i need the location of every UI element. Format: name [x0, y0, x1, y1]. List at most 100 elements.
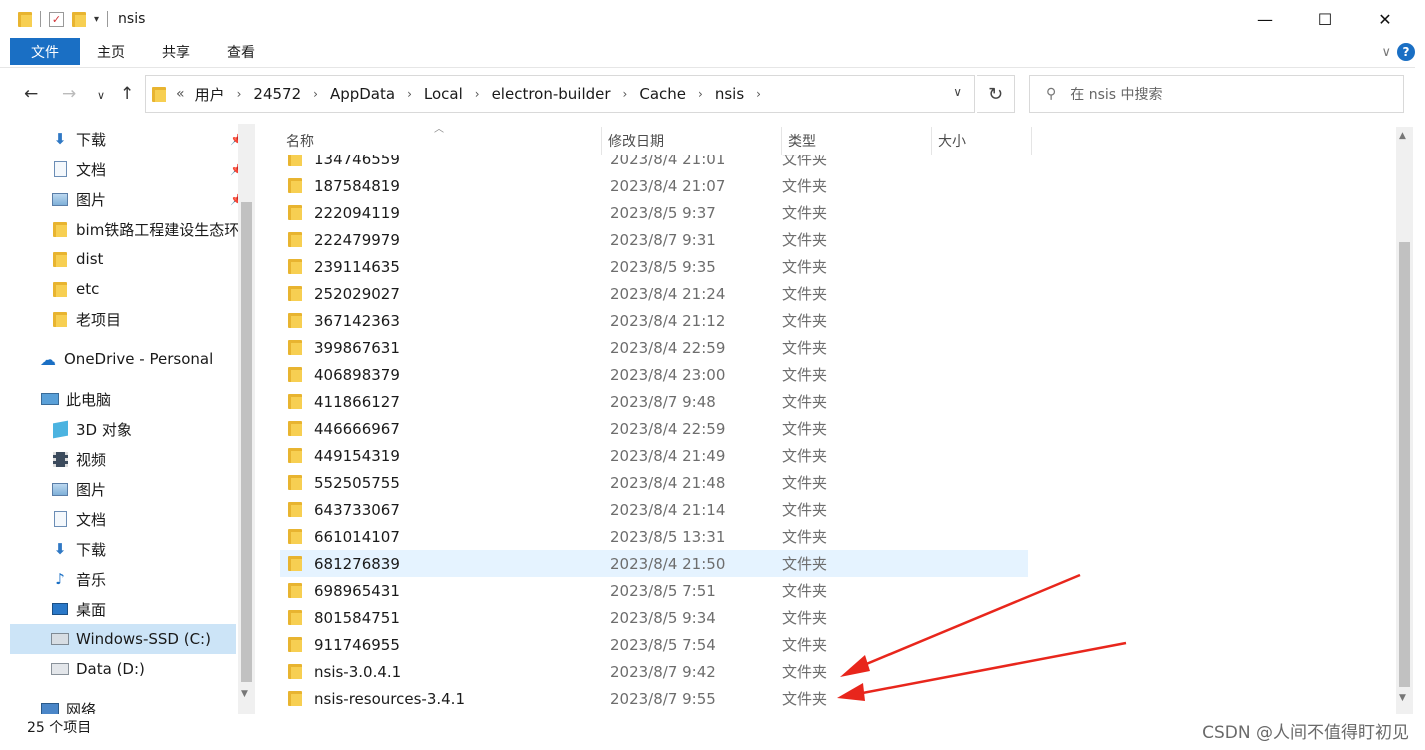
- toolbar-separator: [40, 11, 41, 27]
- scroll-down-arrow-icon[interactable]: ▼: [1399, 693, 1406, 703]
- minimize-button[interactable]: —: [1235, 0, 1295, 38]
- file-row[interactable]: 643733067 2023/8/4 21:14 文件夹: [280, 496, 1028, 523]
- file-row[interactable]: 367142363 2023/8/4 21:12 文件夹: [280, 307, 1028, 334]
- breadcrumb-chevron-icon[interactable]: ›: [237, 87, 242, 101]
- maximize-button[interactable]: ☐: [1295, 0, 1355, 38]
- navigation-pane-scrollbar[interactable]: ▼: [238, 124, 255, 714]
- breadcrumb-label[interactable]: electron-builder: [492, 85, 611, 103]
- customize-toolbar-dropdown-icon[interactable]: ▾: [94, 14, 99, 25]
- new-folder-icon[interactable]: [72, 11, 86, 27]
- file-row[interactable]: 661014107 2023/8/5 13:31 文件夹: [280, 523, 1028, 550]
- file-row[interactable]: 449154319 2023/8/4 21:49 文件夹: [280, 442, 1028, 469]
- sidebar-item[interactable]: 图片: [50, 474, 106, 504]
- up-arrow-icon[interactable]: ↑: [120, 84, 134, 104]
- file-name: 449154319: [314, 446, 400, 465]
- file-name: 367142363: [314, 311, 400, 330]
- file-type: 文件夹: [782, 312, 828, 330]
- file-row[interactable]: 801584751 2023/8/5 9:34 文件夹: [280, 604, 1028, 631]
- file-row[interactable]: 134746559 2023/8/4 21:01 文件夹: [280, 155, 1028, 172]
- breadcrumb-item: nsis ›: [715, 84, 773, 105]
- breadcrumb-label[interactable]: nsis: [715, 85, 744, 103]
- forward-arrow-icon[interactable]: →: [62, 84, 76, 104]
- breadcrumb-chevron-icon[interactable]: ›: [407, 87, 412, 101]
- back-arrow-icon[interactable]: ←: [24, 84, 38, 104]
- sidebar-item[interactable]: ☁ OneDrive - Personal: [38, 344, 213, 374]
- sidebar-item[interactable]: ♪ 音乐: [50, 564, 106, 594]
- file-row[interactable]: 187584819 2023/8/4 21:07 文件夹: [280, 172, 1028, 199]
- breadcrumb-label[interactable]: Cache: [639, 85, 686, 103]
- sidebar-item[interactable]: ⬇ 下载 📌: [50, 124, 244, 154]
- file-date: 2023/8/4 21:12: [610, 311, 726, 330]
- breadcrumb-chevron-icon[interactable]: ›: [698, 87, 703, 101]
- file-type: 文件夹: [782, 528, 828, 546]
- file-row[interactable]: 406898379 2023/8/4 23:00 文件夹: [280, 361, 1028, 388]
- breadcrumb-label[interactable]: 用户: [195, 84, 225, 105]
- search-box[interactable]: ⚲ 在 nsis 中搜索: [1029, 75, 1404, 113]
- scrollbar-thumb[interactable]: [1399, 242, 1410, 687]
- sidebar-item[interactable]: 3D 对象: [50, 414, 132, 444]
- tab-view[interactable]: 查看: [227, 42, 255, 62]
- file-row[interactable]: 552505755 2023/8/4 21:48 文件夹: [280, 469, 1028, 496]
- sidebar-item[interactable]: bim铁路工程建设生态环: [50, 214, 239, 244]
- file-row[interactable]: 911746955 2023/8/5 7:54 文件夹: [280, 631, 1028, 658]
- file-row[interactable]: nsis-3.0.4.1 2023/8/7 9:42 文件夹: [280, 658, 1028, 685]
- sidebar-item[interactable]: ⬇ 下载: [50, 534, 106, 564]
- address-dropdown-chevron-icon[interactable]: ∨: [953, 85, 962, 99]
- file-row[interactable]: 222479979 2023/8/7 9:31 文件夹: [280, 226, 1028, 253]
- scroll-up-arrow-icon[interactable]: ▲: [1399, 131, 1406, 141]
- tab-file[interactable]: 文件: [10, 38, 80, 65]
- sidebar-item[interactable]: Windows-SSD (C:): [10, 624, 236, 654]
- address-bar[interactable]: « 用户 › 24572 › AppData › Local › electron-builde…: [145, 75, 975, 113]
- tab-share[interactable]: 共享: [162, 42, 190, 62]
- search-input[interactable]: 在 nsis 中搜索: [1070, 84, 1162, 104]
- file-row[interactable]: 399867631 2023/8/4 22:59 文件夹: [280, 334, 1028, 361]
- file-row[interactable]: 239114635 2023/8/5 9:35 文件夹: [280, 253, 1028, 280]
- column-header: 名称 修改日期 类型 大小: [280, 127, 1032, 155]
- sidebar-item[interactable]: 此电脑: [40, 384, 111, 414]
- sidebar-item[interactable]: 桌面: [50, 594, 106, 624]
- help-icon[interactable]: ?: [1397, 43, 1415, 61]
- sidebar-item[interactable]: 图片 📌: [50, 184, 244, 214]
- sidebar-item[interactable]: etc: [50, 274, 99, 304]
- recent-locations-chevron-icon[interactable]: ∨: [97, 89, 105, 102]
- folder-icon[interactable]: [18, 11, 32, 27]
- file-row[interactable]: 681276839 2023/8/4 21:50 文件夹: [280, 550, 1028, 577]
- refresh-button[interactable]: ↻: [977, 75, 1015, 113]
- file-row[interactable]: 222094119 2023/8/5 9:37 文件夹: [280, 199, 1028, 226]
- column-date-modified[interactable]: 修改日期: [602, 127, 782, 155]
- breadcrumb-overflow[interactable]: «: [176, 86, 185, 102]
- sidebar-item-label: Windows-SSD (C:): [76, 630, 211, 648]
- file-row[interactable]: nsis-resources-3.4.1 2023/8/7 9:55 文件夹: [280, 685, 1028, 712]
- breadcrumb-chevron-icon[interactable]: ›: [756, 87, 761, 101]
- sidebar-item[interactable]: 老项目: [50, 304, 121, 334]
- file-row[interactable]: 411866127 2023/8/7 9:48 文件夹: [280, 388, 1028, 415]
- column-size[interactable]: 大小: [932, 127, 1032, 155]
- column-type[interactable]: 类型: [782, 127, 932, 155]
- sidebar-item[interactable]: Data (D:): [50, 654, 145, 684]
- file-row[interactable]: 698965431 2023/8/5 7:51 文件夹: [280, 577, 1028, 604]
- breadcrumb-chevron-icon[interactable]: ›: [623, 87, 628, 101]
- sidebar-item[interactable]: dist: [50, 244, 103, 274]
- breadcrumb-label[interactable]: Local: [424, 85, 463, 103]
- properties-check-icon[interactable]: ✓: [49, 11, 64, 27]
- column-name[interactable]: 名称: [280, 127, 602, 155]
- breadcrumb-label[interactable]: 24572: [253, 85, 301, 103]
- file-date: 2023/8/5 7:51: [610, 581, 716, 600]
- tab-home[interactable]: 主页: [97, 42, 125, 62]
- sidebar-item[interactable]: 文档 📌: [50, 154, 244, 184]
- breadcrumb-chevron-icon[interactable]: ›: [475, 87, 480, 101]
- file-list-scrollbar[interactable]: ▲ ▼: [1396, 127, 1413, 714]
- sidebar-item[interactable]: 文档: [50, 504, 106, 534]
- sidebar-item[interactable]: 网络: [40, 694, 96, 714]
- scroll-down-arrow-icon[interactable]: ▼: [241, 689, 248, 699]
- ribbon-collapse-icon[interactable]: ∨: [1381, 45, 1391, 60]
- window-controls: — ☐ ✕: [1235, 0, 1415, 38]
- file-row[interactable]: 252029027 2023/8/4 21:24 文件夹: [280, 280, 1028, 307]
- sidebar-item[interactable]: 视频: [50, 444, 106, 474]
- file-row[interactable]: 446666967 2023/8/4 22:59 文件夹: [280, 415, 1028, 442]
- scrollbar-thumb[interactable]: [241, 202, 252, 682]
- close-button[interactable]: ✕: [1355, 0, 1415, 38]
- file-name: nsis-3.0.4.1: [314, 662, 402, 681]
- breadcrumb-label[interactable]: AppData: [330, 85, 395, 103]
- breadcrumb-chevron-icon[interactable]: ›: [313, 87, 318, 101]
